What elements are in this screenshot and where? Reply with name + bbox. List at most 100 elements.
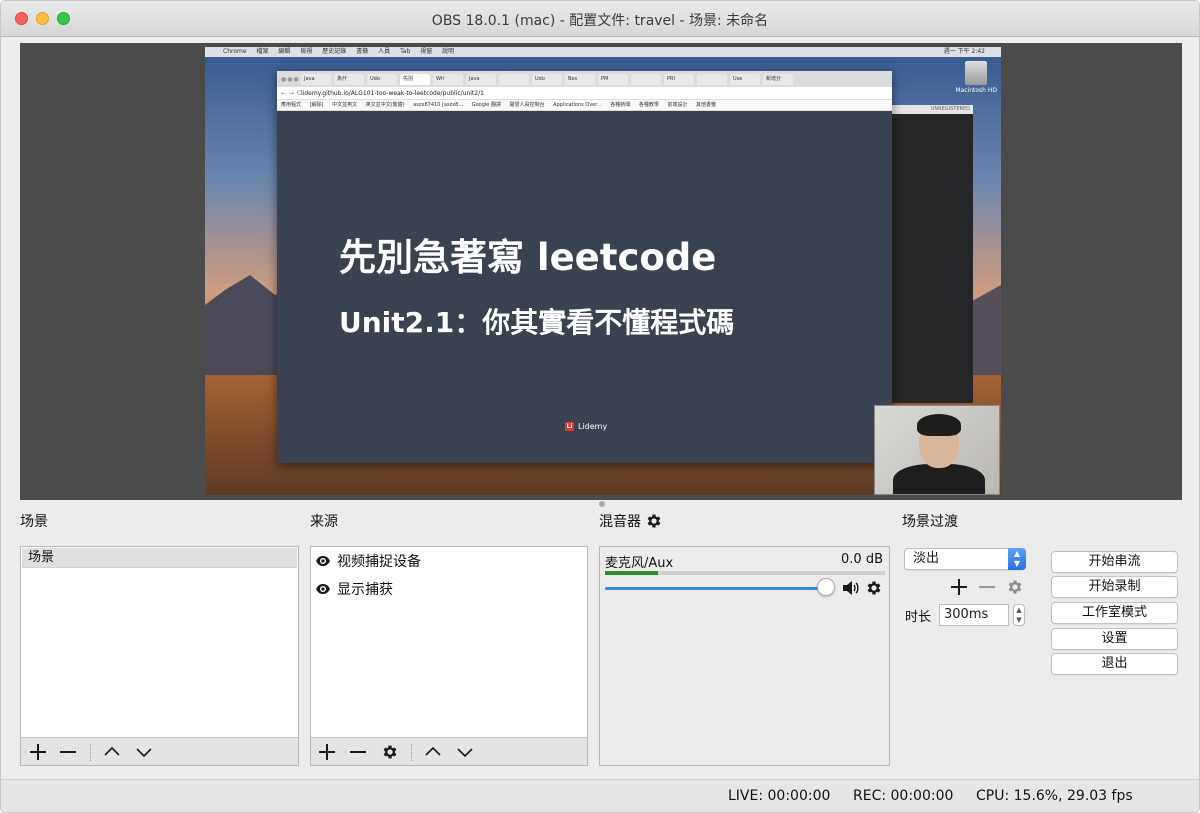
studio-mode-button[interactable]: 工作室模式 (1051, 602, 1178, 624)
move-scene-down-button[interactable] (129, 738, 159, 766)
menubar-item: Chrome (223, 48, 247, 55)
menubar-clock: 週一 下午 2:42 (943, 48, 985, 55)
chevron-up-icon (425, 746, 441, 756)
remove-scene-button[interactable] (53, 738, 83, 766)
transition-selected-value: 淡出 (913, 551, 940, 566)
remove-source-button[interactable] (343, 738, 373, 766)
menubar-item: 視窗 (420, 48, 433, 55)
rec-status: REC: 00:00:00 (853, 788, 954, 804)
browser-tab: 為什 (334, 73, 364, 85)
bookmark: aszx87410 [aszx8... (413, 102, 464, 108)
bookmark: 應用程式 (281, 102, 302, 108)
speaker-icon[interactable] (842, 580, 860, 596)
browser-tab-active: 先別 (400, 73, 430, 85)
source-item[interactable]: 视频捕捉设备 (315, 550, 421, 572)
browser-url: lidemy.github.io/ALG101-too-weak-to-leet… (301, 90, 484, 97)
volume-meter (605, 571, 885, 575)
sources-toolbar (311, 737, 587, 765)
volume-slider[interactable] (605, 587, 831, 590)
title-bar[interactable]: OBS 18.0.1 (mac) - 配置文件: travel - 场景: 未命… (1, 1, 1199, 37)
source-label: 显示捕获 (337, 582, 393, 598)
sources-list[interactable]: 视频捕捉设备 显示捕获 (310, 546, 588, 766)
webcam-overlay (874, 405, 1000, 495)
exit-button[interactable]: 退出 (1051, 653, 1178, 675)
webcam-person-hair (917, 414, 961, 436)
move-source-up-button[interactable] (418, 738, 448, 766)
eye-icon[interactable] (315, 555, 331, 567)
browser-tab (631, 73, 661, 85)
scenes-toolbar (21, 737, 298, 765)
chevron-down-icon (457, 748, 473, 758)
browser-tab: PRI (664, 73, 694, 85)
browser-tab: Java (466, 73, 496, 85)
mixer-channel-name: 麦克风/Aux (605, 556, 674, 571)
bookmark: 各種教學 (638, 102, 659, 108)
volume-slider-knob[interactable] (817, 578, 836, 596)
duration-stepper[interactable]: ▲ ▼ (1013, 604, 1025, 626)
menubar-item: 人員 (378, 48, 391, 55)
add-source-button[interactable] (312, 738, 342, 766)
browser-tab: Udo (532, 73, 562, 85)
mixer-gear-icon[interactable] (645, 512, 663, 530)
browser-traffic-lights-icon: ●●● (281, 76, 300, 83)
start-streaming-button[interactable]: 开始串流 (1051, 551, 1178, 573)
eye-icon[interactable] (315, 583, 331, 595)
move-source-down-button[interactable] (450, 738, 480, 766)
menubar-item: 歷史記錄 (322, 48, 347, 55)
webcam-person-body (893, 464, 985, 494)
menubar-item: 編輯 (278, 48, 291, 55)
lidemy-logo-icon: Li (565, 422, 574, 431)
preview-canvas[interactable]: Chrome 檔案 編輯 檢視 歷史記錄 書籤 人員 Tab 視窗 說明 週一 … (205, 47, 1001, 495)
gear-icon (1008, 580, 1022, 594)
chevron-down-icon (136, 748, 152, 758)
transition-select[interactable]: 淡出 ▲ ▼ (904, 548, 1026, 570)
move-scene-up-button[interactable] (97, 738, 127, 766)
bookmark: 開發人員控制台 (509, 102, 545, 108)
bookmark: 前端設計 (667, 102, 688, 108)
add-scene-button[interactable] (23, 738, 53, 766)
scenes-list[interactable]: 场景 (20, 546, 299, 766)
browser-tab (697, 73, 727, 85)
duration-input[interactable]: 300ms (939, 604, 1009, 626)
splitter-handle[interactable] (599, 501, 605, 507)
slide-logo: Li Lidemy (565, 422, 607, 431)
source-properties-button[interactable] (375, 738, 405, 766)
editor-label: UNREGISTERED (892, 105, 973, 114)
disk-label: Macintosh HD (955, 87, 997, 94)
start-recording-button[interactable]: 开始录制 (1051, 576, 1178, 598)
browser-tab: Java (301, 73, 331, 85)
cpu-status: CPU: 15.6%, 29.03 fps (976, 788, 1133, 804)
settings-button[interactable]: 设置 (1051, 628, 1178, 650)
scene-item[interactable]: 场景 (22, 548, 297, 568)
hard-disk-icon (965, 61, 987, 85)
scenes-dock-label: 场景 (20, 514, 48, 530)
menubar-item: 說明 (442, 48, 455, 55)
remove-transition-button[interactable] (976, 576, 998, 598)
browser-tab: PM (598, 73, 628, 85)
mixer-level-db: 0.0 dB (841, 552, 883, 567)
bookmark: 其他書籤 (696, 102, 717, 108)
transition-properties-button[interactable] (1004, 576, 1026, 598)
add-transition-button[interactable] (948, 576, 970, 598)
menubar-item: 檢視 (300, 48, 313, 55)
mixer-dock-label: 混音器 (599, 514, 641, 530)
browser-window: ●●● Java 為什 Udo 先別 Wri Java Udo Bes PM P… (277, 71, 892, 463)
browser-nav-arrows-icon: ←→C⌂ (281, 90, 312, 97)
stepper-up-icon[interactable]: ▲ (1016, 606, 1021, 614)
browser-tab: Udo (367, 73, 397, 85)
duration-label: 时长 (905, 610, 932, 625)
menubar-item: 檔案 (256, 48, 269, 55)
browser-tab: Use (730, 73, 760, 85)
source-item[interactable]: 显示捕获 (315, 578, 393, 600)
menubar-item: 書籤 (356, 48, 369, 55)
bookmark: Google 翻譯 (471, 102, 501, 108)
plus-icon (319, 744, 335, 760)
volume-meter-fill (605, 571, 659, 575)
gear-icon[interactable] (865, 579, 883, 597)
obs-window: OBS 18.0.1 (mac) - 配置文件: travel - 场景: 未命… (0, 0, 1200, 813)
plus-icon (30, 744, 46, 760)
stepper-down-icon[interactable]: ▼ (1016, 616, 1021, 624)
live-status: LIVE: 00:00:00 (728, 788, 831, 804)
source-label: 视频捕捉设备 (337, 554, 421, 570)
browser-tab: Bes (565, 73, 595, 85)
